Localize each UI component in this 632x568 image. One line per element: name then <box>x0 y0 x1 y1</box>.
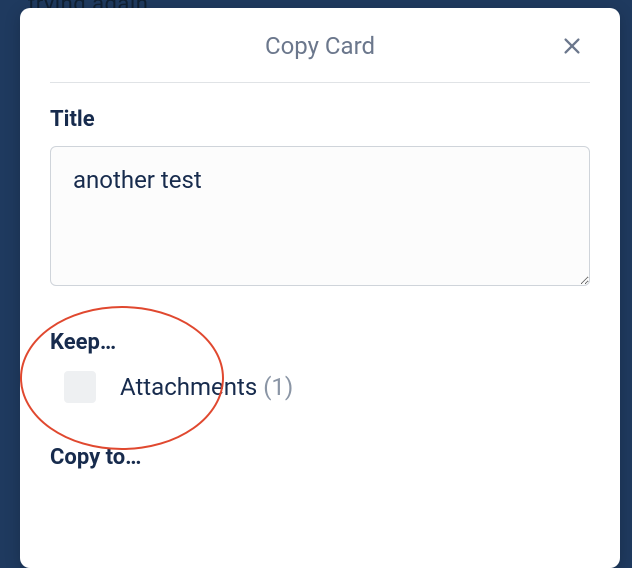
copy-card-modal: Copy Card Title Keep… Attachments (1) Co… <box>20 8 620 568</box>
title-label: Title <box>50 107 590 132</box>
attachments-text: Attachments <box>120 373 263 401</box>
close-button[interactable] <box>558 32 586 60</box>
attachments-count: (1) <box>263 373 293 401</box>
keep-label: Keep… <box>50 330 590 355</box>
close-icon <box>561 35 583 57</box>
attachments-checkbox[interactable] <box>64 371 96 403</box>
modal-header: Copy Card <box>50 32 590 83</box>
copy-to-label: Copy to… <box>50 445 590 470</box>
modal-title: Copy Card <box>265 32 375 60</box>
attachments-row: Attachments (1) <box>64 371 590 403</box>
title-input[interactable] <box>50 146 590 286</box>
attachments-label: Attachments (1) <box>120 373 293 401</box>
